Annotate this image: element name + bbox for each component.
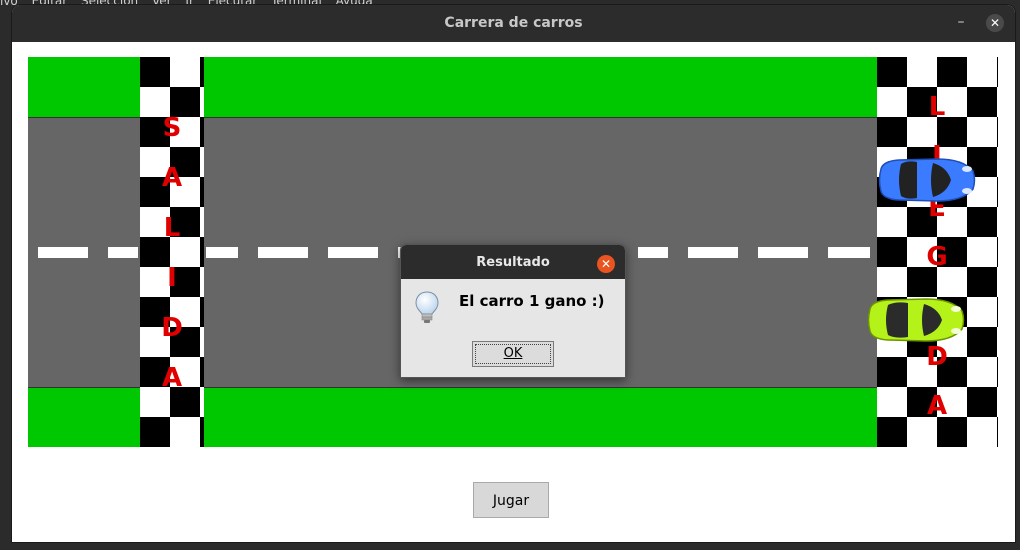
lane-dash [38, 247, 88, 258]
finish-label-letter: G [926, 242, 948, 272]
window-titlebar[interactable]: Carrera de carros – ✕ [12, 5, 1015, 42]
lane-dash [258, 247, 308, 258]
finish-label-letter: L [928, 92, 946, 122]
close-icon[interactable]: ✕ [986, 14, 1004, 32]
window-title: Carrera de carros [444, 15, 583, 31]
dialog-message: El carro 1 gano :) [459, 292, 605, 310]
start-label-letter: A [161, 363, 183, 393]
finish-label-letter: D [926, 342, 948, 372]
dialog-title: Resultado [476, 255, 550, 270]
start-label-letter: A [161, 163, 183, 193]
lane-dash [758, 247, 808, 258]
lane-dash [688, 247, 738, 258]
result-dialog: Resultado ✕ El carro 1 gano :) OK [400, 244, 626, 378]
start-label-letter: I [167, 263, 177, 293]
start-label-letter: S [162, 113, 182, 143]
lane-dash [638, 247, 668, 258]
lime-car [867, 298, 965, 342]
dialog-titlebar[interactable]: Resultado ✕ [401, 245, 625, 279]
play-button[interactable]: Jugar [473, 482, 549, 518]
finish-label-letter: A [926, 391, 948, 421]
ok-button-label: OK [503, 346, 523, 361]
ok-button[interactable]: OK [472, 341, 554, 367]
lane-dash [108, 247, 138, 258]
minimize-icon[interactable]: – [950, 13, 972, 35]
start-label-letter: L [163, 213, 181, 243]
blue-car [878, 158, 976, 202]
dialog-close-icon[interactable]: ✕ [597, 255, 615, 273]
lane-dash [828, 247, 870, 258]
lane-dash [206, 247, 238, 258]
lightbulb-icon [415, 291, 439, 323]
lane-dash [328, 247, 378, 258]
start-label-letter: D [161, 313, 183, 343]
